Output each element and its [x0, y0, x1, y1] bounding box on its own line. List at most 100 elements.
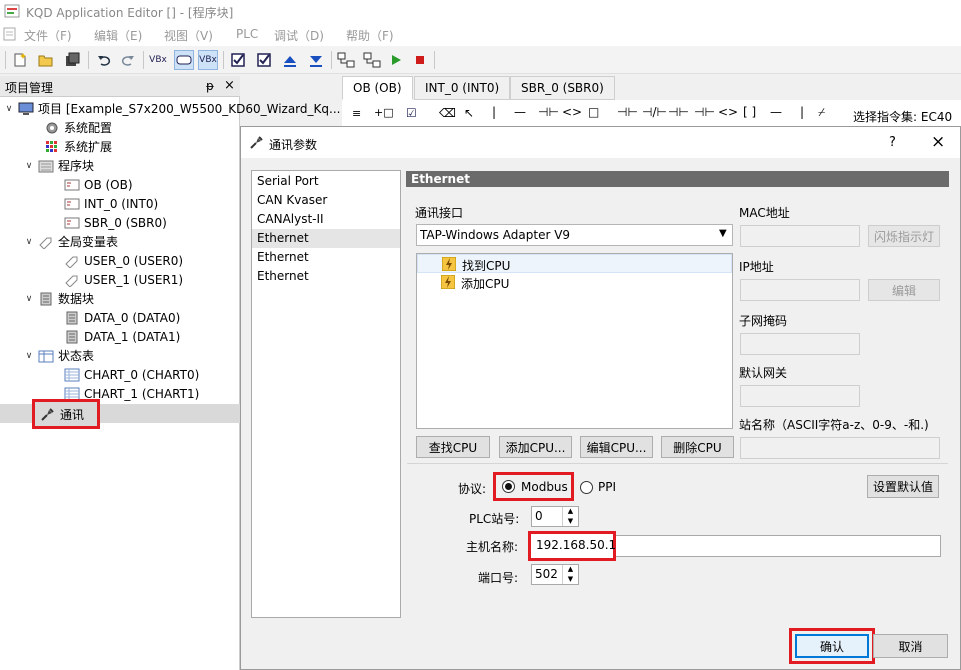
menu-file[interactable]: 文件（F): [24, 27, 72, 44]
download-icon[interactable]: [306, 50, 326, 70]
nc-contact-alt-icon[interactable]: ⊣/⊢: [642, 105, 667, 119]
network-alt-icon[interactable]: [362, 50, 382, 70]
coil-alt-icon[interactable]: <>: [718, 105, 738, 119]
find-cpu-button[interactable]: 查找CPU: [416, 436, 490, 458]
cpu-list-item-add[interactable]: 添加CPU: [417, 273, 732, 292]
device-can-kvaser[interactable]: CAN Kvaser: [252, 191, 400, 210]
redo-icon[interactable]: [118, 50, 138, 70]
cpu-list-item-find[interactable]: 找到CPU: [417, 254, 732, 273]
protocol-modbus-option[interactable]: Modbus: [493, 472, 574, 501]
spinner-icon[interactable]: ▲ ▼: [562, 507, 578, 526]
toolbar-separator: [434, 51, 435, 69]
eraser-icon[interactable]: ⌫: [439, 106, 456, 120]
box-instruction-icon[interactable]: □: [588, 105, 599, 119]
tab-int0[interactable]: INT_0 (INT0): [414, 76, 511, 100]
insert-network-icon[interactable]: +□: [374, 106, 394, 119]
tree-item-data-blocks[interactable]: ∨ 数据块: [24, 289, 94, 308]
checkbox-icon[interactable]: [228, 50, 248, 70]
run-icon[interactable]: [386, 50, 406, 70]
separator: [407, 463, 948, 464]
tab-ob[interactable]: OB (OB): [342, 76, 413, 100]
tree-item-ob[interactable]: OB (OB): [64, 175, 133, 194]
undo-icon[interactable]: [94, 50, 114, 70]
expand-arrow-icon[interactable]: ∨: [4, 104, 14, 114]
save-all-icon[interactable]: [62, 50, 82, 70]
expand-arrow-icon[interactable]: ∨: [24, 351, 34, 361]
device-ethernet-selected[interactable]: Ethernet: [252, 229, 400, 248]
device-ethernet[interactable]: Ethernet: [252, 248, 400, 267]
line-icon[interactable]: —: [770, 105, 782, 119]
ladder-tool-icon[interactable]: ≡: [352, 107, 361, 120]
tree-item-user1[interactable]: USER_1 (USER1): [64, 270, 183, 289]
interface-label: 通讯接口: [415, 206, 464, 220]
radio-selected-icon[interactable]: [502, 480, 515, 493]
pin-icon[interactable]: ᵽ: [206, 79, 214, 93]
close-panel-icon[interactable]: ×: [224, 78, 235, 93]
cancel-button[interactable]: 取消: [873, 634, 948, 658]
edit-cpu-button[interactable]: 编辑CPU...: [580, 436, 653, 458]
device-serial-port[interactable]: Serial Port: [252, 172, 400, 191]
protocol-ppi-option[interactable]: PPI: [580, 480, 616, 494]
tree-item-data1[interactable]: DATA_1 (DATA1): [64, 327, 180, 346]
expand-arrow-icon[interactable]: ∨: [24, 161, 34, 171]
p-contact-icon[interactable]: ⊣⊢: [668, 105, 689, 119]
nc-contact-icon[interactable]: ⊣⊢: [617, 105, 638, 119]
tree-item-system-extension[interactable]: 系统扩展: [44, 137, 112, 156]
menu-plc[interactable]: PLC: [236, 27, 258, 41]
menu-edit[interactable]: 编辑（E): [94, 27, 142, 44]
tree-item-communication[interactable]: 通讯: [32, 399, 100, 429]
box-icon[interactable]: [174, 50, 194, 70]
interface-select[interactable]: TAP-Windows Adapter V9 ▼: [416, 224, 733, 246]
pointer-icon[interactable]: ↖: [464, 106, 474, 120]
ok-button[interactable]: 确认: [795, 634, 869, 658]
help-button[interactable]: ?: [889, 135, 896, 150]
delete-cpu-button[interactable]: 删除CPU: [661, 436, 734, 458]
checkbox-icon[interactable]: ☑: [406, 106, 417, 120]
tree-item-system-config[interactable]: 系统配置: [44, 118, 112, 137]
tree-item-sbr0[interactable]: SBR_0 (SBR0): [64, 213, 167, 232]
device-canalyst[interactable]: CANAlyst-II: [252, 210, 400, 229]
dialog-close-button[interactable]: ×: [931, 132, 945, 152]
mac-label: MAC地址: [739, 206, 790, 220]
port-stepper[interactable]: 502 ▲ ▼: [531, 564, 579, 585]
branch-icon[interactable]: ⌿: [818, 105, 825, 120]
tree-item-chart0[interactable]: CHART_0 (CHART0): [64, 365, 199, 384]
edit-ip-button[interactable]: 编辑: [868, 279, 940, 301]
tree-item-data0[interactable]: DATA_0 (DATA0): [64, 308, 180, 327]
horizontal-line-icon[interactable]: —: [514, 105, 526, 119]
expand-arrow-icon[interactable]: ∨: [24, 294, 34, 304]
menu-help[interactable]: 帮助（F): [346, 27, 394, 44]
tree-item-user0[interactable]: USER_0 (USER0): [64, 251, 183, 270]
tree-item-project[interactable]: ∨ 项目 [Example_S7x200_W5500_KD60_Wizard_K…: [4, 99, 340, 118]
plc-station-stepper[interactable]: 0 ▲ ▼: [531, 506, 579, 527]
device-ethernet[interactable]: Ethernet: [252, 267, 400, 286]
network-icon[interactable]: [336, 50, 356, 70]
vertical-line-icon[interactable]: |: [492, 105, 496, 119]
contact-icon[interactable]: ⊣⊢: [538, 105, 559, 119]
expand-arrow-icon[interactable]: ∨: [24, 237, 34, 247]
tab-sbr0[interactable]: SBR_0 (SBR0): [510, 76, 615, 100]
set-default-button[interactable]: 设置默认值: [867, 475, 939, 498]
menu-view[interactable]: 视图（V): [164, 27, 213, 44]
vbx-icon[interactable]: VBx: [148, 50, 168, 70]
tree-item-program-blocks[interactable]: ∨ 程序块: [24, 156, 94, 175]
box-alt-icon[interactable]: [ ]: [743, 105, 756, 119]
upload-icon[interactable]: [280, 50, 300, 70]
check-doc-icon[interactable]: [254, 50, 274, 70]
tree-item-int0[interactable]: INT_0 (INT0): [64, 194, 158, 213]
stop-icon[interactable]: [410, 50, 430, 70]
radio-icon[interactable]: [580, 480, 593, 494]
coil-icon[interactable]: <>: [562, 105, 582, 119]
spinner-icon[interactable]: ▲ ▼: [562, 565, 578, 584]
add-cpu-button[interactable]: 添加CPU...: [499, 436, 572, 458]
host-value-highlight[interactable]: 192.168.50.1: [528, 531, 616, 561]
open-icon[interactable]: [36, 50, 56, 70]
new-icon[interactable]: [10, 50, 30, 70]
vbx-alt-icon[interactable]: VBx: [198, 50, 218, 70]
tree-item-global-vars[interactable]: ∨ 全局变量表: [24, 232, 118, 251]
n-contact-icon[interactable]: ⊣⊢: [694, 105, 715, 119]
menu-debug[interactable]: 调试（D): [274, 27, 324, 44]
blink-led-button[interactable]: 闪烁指示灯: [868, 225, 940, 247]
tree-item-status-tables[interactable]: ∨ 状态表: [24, 346, 94, 365]
vertical-line-alt-icon[interactable]: |: [800, 105, 804, 119]
